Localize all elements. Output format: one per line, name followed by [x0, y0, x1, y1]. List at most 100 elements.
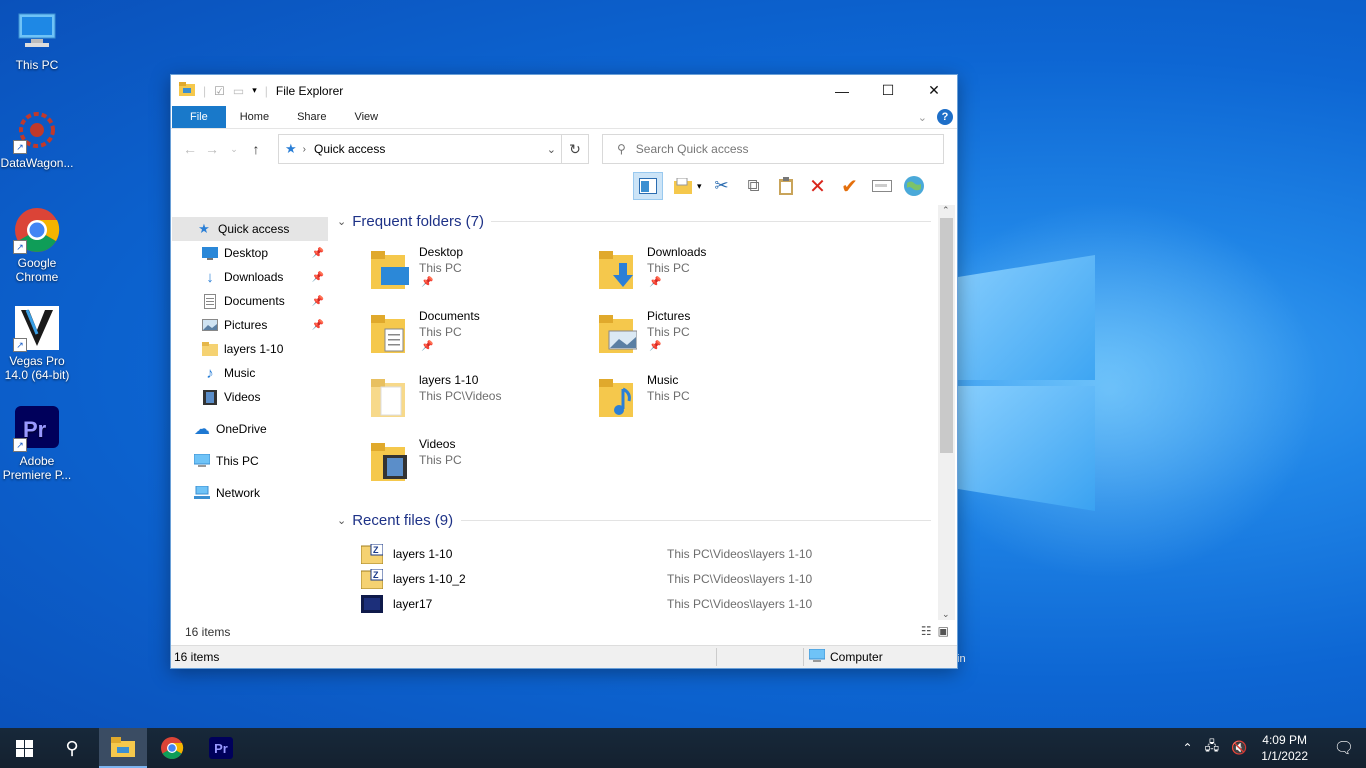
properties-icon[interactable]: ☑ — [214, 84, 225, 98]
folder-tile-layers-1-10[interactable]: layers 1-10 This PC\Videos — [371, 373, 591, 431]
large-icons-view-icon[interactable]: ▣ — [938, 624, 949, 638]
customize-qat-chevron-icon[interactable]: ▾ — [252, 85, 257, 96]
file-explorer-window[interactable]: | ☑ ▭ ▾ | File Explorer — ☐ ✕ File Home … — [170, 74, 958, 669]
music-folder-icon — [599, 379, 637, 417]
rename-icon[interactable] — [870, 174, 894, 198]
new-folder-icon[interactable]: ▭ — [233, 84, 244, 98]
delete-icon[interactable]: ✕ — [806, 174, 830, 198]
breadcrumb-quick-access[interactable]: Quick access — [314, 142, 385, 156]
cut-icon[interactable]: ✂ — [710, 174, 734, 198]
minimize-button[interactable]: — — [819, 75, 865, 106]
taskbar-google-chrome[interactable] — [148, 728, 196, 768]
folder-tile-downloads[interactable]: Downloads This PC 📌 — [599, 245, 819, 303]
recent-file-row[interactable]: Z layers 1-10_2 This PC\Videos\layers 1-… — [360, 567, 931, 591]
divider — [803, 648, 804, 666]
frequent-folders-header[interactable]: ⌄ Frequent folders (7) — [337, 210, 484, 232]
tab-file[interactable]: File — [172, 106, 226, 128]
desktop-icon-google-chrome[interactable]: ↗ Google Chrome — [0, 206, 74, 284]
pin-icon: 📌 — [311, 295, 324, 307]
address-dropdown-chevron-icon[interactable]: ⌄ — [547, 143, 556, 156]
recent-file-row[interactable]: layer17 This PC\Videos\layers 1-10 — [361, 592, 931, 615]
desktop-folder-icon — [371, 251, 409, 289]
clock[interactable]: 4:09 PM 1/1/2022 — [1261, 732, 1308, 764]
sidebar-item-label: Downloads — [224, 270, 284, 284]
sidebar-item-onedrive[interactable]: ☁ OneDrive — [172, 417, 328, 441]
tab-home[interactable]: Home — [226, 106, 283, 128]
taskbar-file-explorer[interactable] — [99, 728, 147, 768]
details-view-icon[interactable]: ☷ — [921, 624, 932, 638]
vertical-scrollbar[interactable]: ⌃ ⌄ — [938, 205, 955, 620]
file-location: This PC\Videos\layers 1-10 — [667, 572, 813, 586]
sidebar-item-documents[interactable]: Documents 📌 — [172, 289, 328, 313]
start-button[interactable] — [0, 728, 48, 768]
refresh-button[interactable]: ↻ — [561, 135, 588, 163]
preview-pane-icon[interactable] — [633, 172, 663, 200]
title-bar[interactable]: | ☑ ▭ ▾ | File Explorer — ☐ ✕ — [171, 75, 957, 106]
desktop-icon-adobe-premiere[interactable]: Pr ↗ Adobe Premiere P... — [0, 404, 74, 482]
scrollbar-thumb[interactable] — [940, 218, 953, 453]
folder-tile-documents[interactable]: Documents This PC 📌 — [371, 309, 591, 367]
clock-date: 1/1/2022 — [1261, 749, 1308, 763]
folder-tile-desktop[interactable]: Desktop This PC 📌 — [371, 245, 591, 303]
sidebar-item-this-pc[interactable]: This PC — [172, 449, 328, 473]
search-input[interactable]: Search Quick access — [636, 142, 749, 156]
sidebar-item-quick-access[interactable]: ★ Quick access — [172, 217, 328, 241]
address-bar[interactable]: ★ › Quick access ⌄ — [278, 134, 589, 164]
recent-file-row[interactable]: Z layers 1-10 This PC\Videos\layers 1-10 — [360, 542, 931, 566]
folder-tile-music[interactable]: Music This PC — [599, 373, 819, 431]
folder-view-icon[interactable] — [671, 174, 695, 198]
tab-share[interactable]: Share — [283, 106, 340, 128]
tab-view[interactable]: View — [340, 106, 392, 128]
sidebar-item-label: OneDrive — [216, 422, 267, 436]
sidebar-item-videos[interactable]: Videos — [172, 385, 328, 409]
taskbar-adobe-premiere[interactable]: Pr — [197, 728, 245, 768]
folder-tile-pictures[interactable]: Pictures This PC 📌 — [599, 309, 819, 367]
recent-locations-chevron-icon[interactable]: ⌄ — [223, 144, 245, 155]
search-box[interactable]: ⚲ Search Quick access — [602, 134, 944, 164]
status-bar: 16 items Computer — [171, 645, 957, 668]
desktop-icon-this-pc[interactable]: This PC — [0, 8, 74, 72]
back-arrow-icon[interactable]: ← — [179, 141, 201, 157]
collapse-chevron-icon[interactable]: ⌄ — [337, 215, 346, 228]
show-hidden-icons-chevron-icon[interactable]: ⌃ — [1183, 741, 1193, 755]
checkmark-icon[interactable]: ✔ — [838, 174, 862, 198]
maximize-button[interactable]: ☐ — [865, 75, 911, 106]
sidebar-item-downloads[interactable]: ↓ Downloads 📌 — [172, 265, 328, 289]
search-icon: ⚲ — [617, 142, 626, 156]
folder-icon — [202, 341, 218, 357]
folder-location: This PC — [419, 325, 462, 339]
shortcut-arrow-icon: ↗ — [13, 338, 27, 352]
datawagon-icon: ↗ — [13, 106, 61, 154]
pin-icon: 📌 — [421, 277, 434, 288]
desktop-icon-vegas-pro[interactable]: ↗ Vegas Pro 14.0 (64-bit) — [0, 304, 74, 382]
premiere-icon: Pr ↗ — [13, 404, 61, 452]
close-button[interactable]: ✕ — [911, 75, 957, 106]
desktop-icon-datawagon[interactable]: ↗ DataWagon... — [0, 106, 74, 170]
search-button[interactable]: ⚲ — [48, 728, 96, 768]
forward-arrow-icon[interactable]: → — [201, 141, 223, 157]
volume-muted-icon[interactable]: 🔇 — [1231, 740, 1247, 756]
copy-icon[interactable]: ⧉ — [742, 174, 766, 198]
paste-icon[interactable] — [774, 174, 798, 198]
scroll-up-chevron-icon[interactable]: ⌃ — [942, 205, 950, 216]
view-dropdown-chevron-icon[interactable]: ▾ — [697, 181, 702, 192]
expand-ribbon-chevron-icon[interactable]: ⌄ — [918, 111, 927, 124]
window-title: File Explorer — [275, 83, 344, 98]
sidebar-item-pictures[interactable]: Pictures 📌 — [172, 313, 328, 337]
notifications-icon[interactable]: 🗨 — [1322, 738, 1366, 758]
scroll-down-chevron-icon[interactable]: ⌄ — [942, 609, 950, 620]
sidebar-item-music[interactable]: ♪ Music — [172, 361, 328, 385]
folder-tile-videos[interactable]: Videos This PC — [371, 437, 591, 495]
clock-time: 4:09 PM — [1262, 733, 1307, 747]
help-button[interactable]: ? — [937, 109, 953, 125]
sidebar-item-desktop[interactable]: Desktop 📌 — [172, 241, 328, 265]
globe-icon[interactable] — [902, 174, 926, 198]
collapse-chevron-icon[interactable]: ⌄ — [337, 514, 346, 527]
up-arrow-icon[interactable]: ↑ — [245, 141, 267, 157]
folder-name: Documents — [419, 309, 480, 323]
recent-files-header[interactable]: ⌄ Recent files (9) — [337, 509, 453, 531]
network-status-icon[interactable]: 🖧 — [1205, 737, 1220, 759]
sidebar-item-label: Desktop — [224, 246, 269, 260]
sidebar-item-layers-1-10[interactable]: layers 1-10 — [172, 337, 328, 361]
sidebar-item-network[interactable]: Network — [172, 481, 328, 505]
